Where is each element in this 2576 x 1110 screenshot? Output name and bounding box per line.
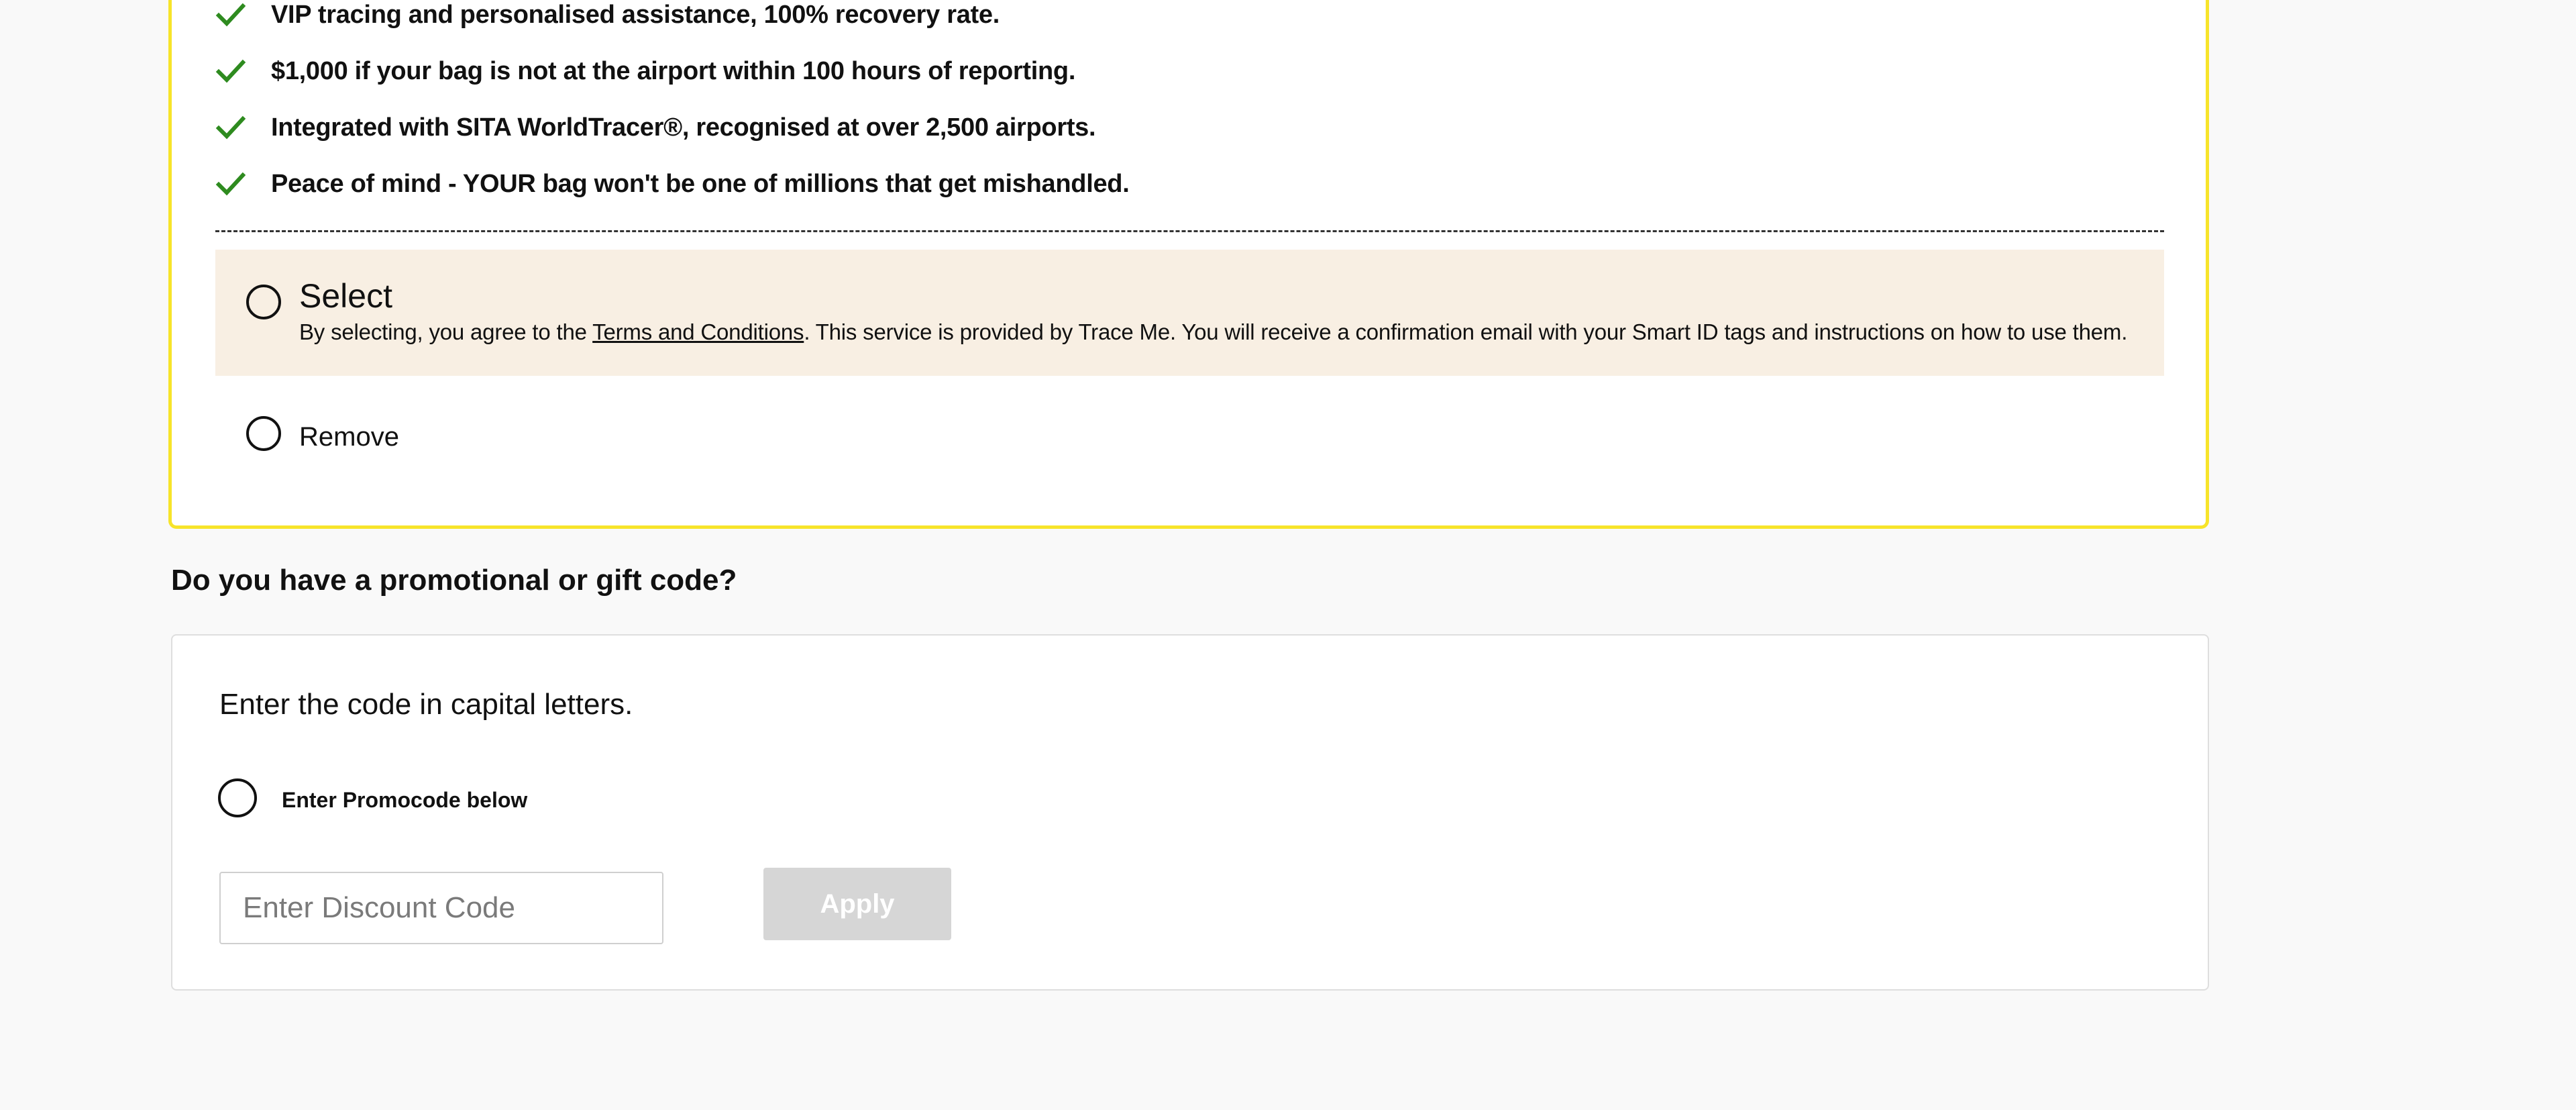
benefit-item: $1,000 if your bag is not at the airport… (215, 43, 1129, 99)
select-title: Select (299, 277, 392, 315)
select-desc-after: . This service is provided by Trace Me. … (804, 319, 2128, 344)
promo-radio[interactable] (218, 778, 257, 817)
dashed-divider (215, 230, 2164, 232)
promo-option-label: Enter Promocode below (282, 788, 528, 812)
benefits-list: VIP tracing and personalised assistance,… (215, 0, 1130, 212)
page: VIP tracing and personalised assistance,… (0, 0, 2576, 1110)
remove-radio[interactable] (246, 416, 281, 451)
terms-link[interactable]: Terms and Conditions (592, 319, 804, 344)
promo-instruction: Enter the code in capital letters. (219, 688, 633, 721)
check-icon (215, 59, 246, 83)
benefit-item: Integrated with SITA WorldTracer®, recog… (215, 99, 1129, 156)
check-icon (215, 115, 246, 140)
promo-heading: Do you have a promotional or gift code? (171, 564, 737, 597)
benefit-text: $1,000 if your bag is not at the airport… (271, 56, 1076, 85)
select-desc-before: By selecting, you agree to the (299, 319, 593, 344)
benefit-text: VIP tracing and personalised assistance,… (271, 0, 1000, 29)
benefit-item: Peace of mind - YOUR bag won't be one of… (215, 156, 1130, 212)
apply-button[interactable]: Apply (763, 868, 951, 940)
benefit-text: Peace of mind - YOUR bag won't be one of… (271, 169, 1130, 198)
discount-code-input[interactable] (219, 872, 663, 944)
promo-card: Enter the code in capital letters. Enter… (171, 634, 2209, 991)
benefit-text: Integrated with SITA WorldTracer®, recog… (271, 113, 1096, 142)
benefit-item: VIP tracing and personalised assistance,… (215, 0, 1129, 43)
check-icon (215, 3, 246, 27)
select-option[interactable]: Select By selecting, you agree to the Te… (215, 250, 2164, 376)
remove-label: Remove (299, 422, 399, 452)
select-description: By selecting, you agree to the Terms and… (299, 319, 2127, 345)
check-icon (215, 172, 246, 196)
select-radio[interactable] (246, 285, 281, 319)
